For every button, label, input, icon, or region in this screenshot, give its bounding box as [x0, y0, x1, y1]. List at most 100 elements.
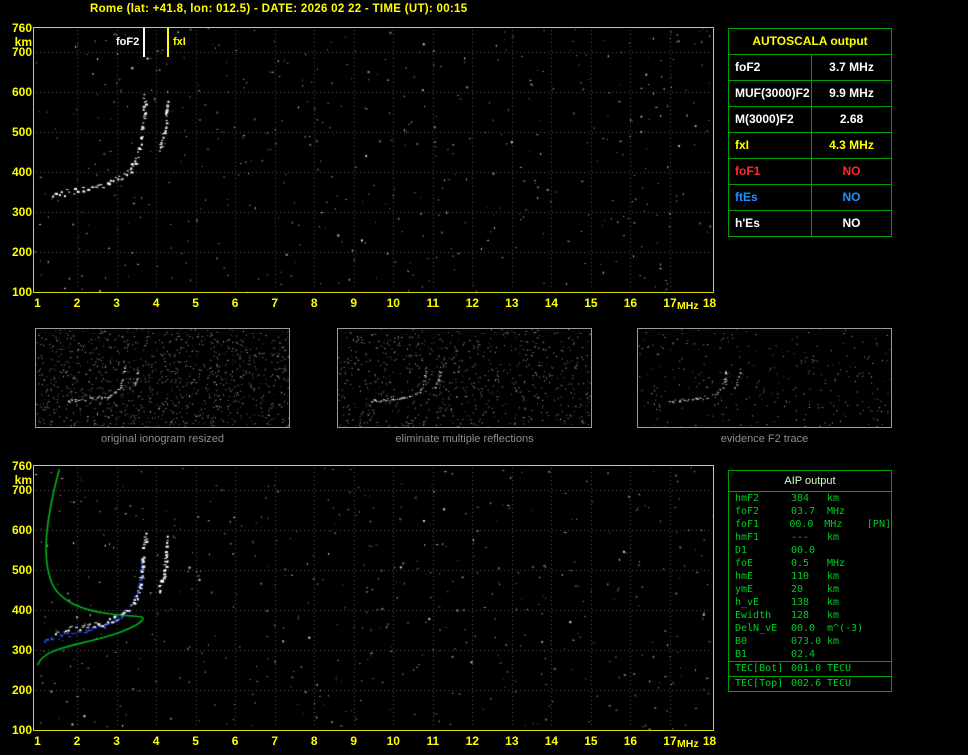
x-tick: 6: [231, 734, 239, 748]
y-tick: 600: [11, 523, 32, 537]
aip-param-value: 20: [791, 584, 804, 595]
y-tick: 500: [11, 563, 32, 577]
aip-row-h_vE: h_vE 138 km: [729, 596, 891, 609]
aip-param-name: ymE: [735, 584, 754, 595]
aip-param-value: 0.5: [791, 558, 810, 569]
aip-row-ymE: ymE 20 km: [729, 583, 891, 596]
param-name: foF1: [729, 159, 812, 184]
x-tick: 14: [544, 296, 559, 310]
aip-param-name: Ewidth: [735, 610, 772, 621]
x-tick: 11: [426, 296, 440, 310]
param-value: 2.68: [839, 112, 864, 126]
aip-param-extra: [871, 492, 891, 505]
y-tick: 100: [11, 285, 32, 299]
foF2-marker-label: foF2: [115, 36, 140, 48]
aip-tec-rows: TEC[Bot] 001.0 TECU TEC[Top] 002.6 TECU: [729, 661, 891, 691]
x-tick: 11: [426, 734, 440, 748]
fxI-marker-label: fxI: [172, 36, 186, 48]
x-tick: 6: [231, 296, 239, 310]
aip-param-name: hmE: [735, 571, 754, 582]
aip-param-extra: [871, 648, 891, 661]
x-tick: 4: [152, 296, 160, 310]
aip-param-unit: m^(-3): [827, 623, 864, 634]
aip-param-name: foE: [735, 558, 754, 569]
y-tick: 200: [11, 683, 32, 697]
x-tick: 16: [623, 734, 638, 748]
aip-output-table: AIP output hmF2 384 km foF2 03.7 MHz foF1 00.0 M…: [728, 470, 892, 692]
aip-param-value: 03.7: [791, 506, 816, 517]
aip-param-value: 128: [791, 610, 810, 621]
aip-param-extra: [871, 583, 891, 596]
x-tick: 15: [584, 296, 598, 310]
x-tick: 3: [113, 296, 120, 310]
aip-param-value: 138: [791, 597, 810, 608]
axis-unit-km: km: [14, 473, 32, 487]
x-tick: 1: [34, 296, 41, 310]
param-value: 9.9 MHz: [829, 86, 874, 100]
autoscala-row-M(3000)F2: M(3000)F2 2.68: [729, 107, 891, 133]
autoscala-output-table: AUTOSCALA output foF2 3.7 MHz MUF(3000)F2 9…: [728, 28, 892, 237]
aip-param-extra: [871, 557, 891, 570]
aip-param-extra: [871, 635, 891, 648]
x-tick: 3: [113, 734, 120, 748]
autoscala-output-title: AUTOSCALA output: [729, 29, 891, 55]
aip-output-title: AIP output: [729, 471, 891, 492]
x-tick: 7: [271, 734, 279, 748]
aip-param-unit: MHz: [824, 519, 843, 530]
aip-row-hmF1: hmF1 --- km: [729, 531, 891, 544]
y-tick: 600: [11, 85, 32, 99]
aip-param-extra: [871, 531, 891, 544]
aip-param-value: 00.0: [791, 623, 816, 634]
aip-row-foE: foE 0.5 MHz: [729, 557, 891, 570]
axis-unit-mhz: MHz: [677, 300, 699, 312]
x-tick: 14: [544, 734, 559, 748]
x-tick: 12: [465, 734, 479, 748]
aip-param-name: DelN_vE: [735, 623, 778, 634]
aip-row-hmF2: hmF2 384 km: [729, 492, 891, 505]
aip-param-value: ---: [791, 532, 810, 543]
aip-param-unit: MHz: [827, 558, 846, 569]
profile-plot-canvas: [34, 466, 713, 730]
aip-param-value: 001.0: [791, 663, 822, 674]
autoscala-row-h'Es: h'Es NO: [729, 211, 891, 236]
y-tick: 400: [11, 603, 32, 617]
aip-param-unit: km: [827, 597, 840, 608]
x-tick: 10: [386, 296, 400, 310]
aip-param-unit: [827, 648, 871, 661]
aip-row-foF2: foF2 03.7 MHz: [729, 505, 891, 518]
x-tick: 5: [192, 734, 199, 748]
aip-row-B0: B0 073.0 km: [729, 635, 891, 648]
thumbnail-evidence-f2: [637, 328, 892, 428]
param-name: fxI: [729, 133, 812, 158]
autoscala-row-fxI: fxI 4.3 MHz: [729, 133, 891, 159]
x-tick: 18: [702, 296, 717, 310]
aip-row-Ewidth: Ewidth 128 km: [729, 609, 891, 622]
aip-row-D1: D1 00.0: [729, 544, 891, 557]
aip-param-value: 002.6: [791, 678, 822, 689]
x-tick: 2: [73, 296, 81, 310]
aip-param-extra: [871, 544, 891, 557]
aip-param-value: 02.4: [791, 649, 816, 660]
thumbnail-caption-eliminate: eliminate multiple reflections: [395, 433, 534, 445]
autoscala-row-MUF(3000)F2: MUF(3000)F2 9.9 MHz: [729, 81, 891, 107]
y-tick: 300: [11, 205, 32, 219]
aip-row-TEC[Bot]: TEC[Bot] 001.0 TECU: [729, 662, 891, 677]
autoscala-row-foF1: foF1 NO: [729, 159, 891, 185]
y-tick: 760: [11, 21, 32, 35]
x-tick: 16: [623, 296, 638, 310]
profile-plot: [33, 465, 714, 731]
ionogram-main-canvas: [34, 28, 713, 292]
aip-param-extra: [871, 677, 891, 691]
x-tick: 9: [350, 296, 358, 310]
aip-param-name: D1: [735, 545, 748, 556]
aip-param-value: 073.0: [791, 636, 822, 647]
aip-param-value: 384: [791, 493, 810, 504]
aip-param-extra: [871, 609, 891, 622]
y-tick: 100: [11, 723, 32, 737]
y-tick: 200: [11, 245, 32, 259]
param-name: h'Es: [729, 211, 812, 236]
autoscala-output-rows: foF2 3.7 MHz MUF(3000)F2 9.9 MHz M(3000)F2 2.…: [729, 55, 891, 236]
aip-row-B1: B1 02.4: [729, 648, 891, 661]
param-value: NO: [842, 190, 861, 204]
aip-param-unit: km: [827, 636, 840, 647]
